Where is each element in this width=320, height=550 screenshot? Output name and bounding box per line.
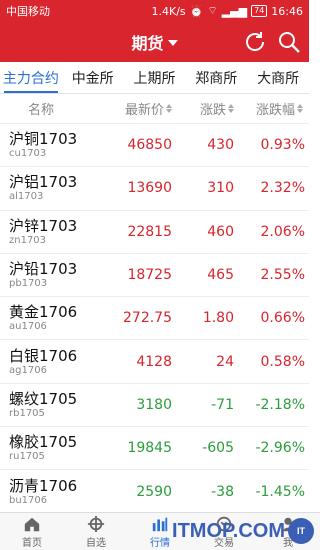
carrier-label: 中国移动 (6, 5, 50, 18)
change-percent: 2.55% (260, 267, 305, 284)
tab-dce[interactable]: 大商所 (247, 62, 309, 93)
sort-icon (297, 104, 303, 113)
contract-name: 橡胶1705 (9, 433, 78, 452)
contract-name: 沥青1706 (9, 476, 78, 495)
change-percent: 2.32% (260, 180, 305, 197)
col-price-label: 最新价 (124, 103, 164, 118)
change-percent: 0.58% (260, 353, 305, 370)
contract-code: cu1703 (9, 148, 47, 160)
clock: 16:46 (271, 4, 303, 18)
signal-icon: ▂▄▆ (221, 4, 248, 18)
column-header: 名称 最新价 涨跌 涨跌幅 (0, 94, 309, 124)
table-row[interactable]: 白银1706 ag1706 4128 24 0.58% (0, 340, 309, 384)
nav-home-label: 首页 (22, 537, 42, 549)
col-change-label: 涨跌 (199, 103, 226, 118)
table-row[interactable]: 沪锌1703 zn1703 22815 460 2.06% (0, 211, 309, 254)
last-price: 46850 (127, 137, 172, 154)
price-change: -38 (211, 483, 234, 500)
change-percent: 0.93% (260, 137, 305, 154)
contract-code: au1706 (9, 321, 47, 333)
price-change: 465 (207, 267, 234, 284)
status-bar: 中国移动 1.4K/s ⏰ ⌔ ▂▄▆ 74 16:46 (0, 0, 309, 22)
search-icon[interactable] (277, 30, 301, 54)
col-pct-label: 涨跌幅 (255, 103, 295, 118)
col-change-sort[interactable]: 涨跌 (172, 99, 234, 118)
price-change: 430 (207, 137, 234, 154)
col-name: 名称 (0, 99, 72, 118)
page-title: 期货 (131, 34, 164, 53)
change-percent: -2.96% (255, 440, 305, 457)
last-price: 18725 (127, 267, 172, 284)
app-header: 期货 (0, 22, 309, 62)
watermark-text: ITMOP.COM (172, 519, 285, 542)
title-dropdown[interactable]: 期货 (131, 30, 178, 54)
table-row[interactable]: 螺纹1705 rb1705 3180 -71 -2.18% (0, 384, 309, 428)
col-name-label: 名称 (27, 103, 54, 118)
last-price: 3180 (136, 396, 172, 413)
price-change: -71 (211, 396, 234, 413)
home-icon (24, 517, 40, 531)
table-row[interactable]: 橡胶1705 ru1705 19845 -605 -2.96% (0, 427, 309, 471)
battery-icon: 74 (251, 5, 268, 17)
price-change: -605 (202, 440, 234, 457)
watermark: ITMOP.COM IT (172, 518, 314, 544)
exchange-tabs: 主力合约 中金所 上期所 郑商所 大商所 (0, 62, 309, 94)
change-percent: 2.06% (260, 223, 305, 240)
contract-code: ru1705 (9, 451, 45, 463)
col-pct-sort[interactable]: 涨跌幅 (234, 99, 309, 118)
table-row[interactable]: 沪铝1703 al1703 13690 310 2.32% (0, 167, 309, 211)
price-change: 24 (216, 353, 234, 370)
contract-code: rb1705 (9, 407, 45, 419)
price-change: 310 (207, 180, 234, 197)
watermark-badge: IT (288, 518, 314, 544)
last-price: 22815 (127, 223, 172, 240)
change-percent: -2.18% (255, 396, 305, 413)
contract-code: ag1706 (9, 364, 47, 376)
nav-watchlist-label: 自选 (86, 537, 106, 549)
change-percent: 0.66% (260, 310, 305, 327)
contract-code: al1703 (9, 191, 44, 203)
last-price: 272.75 (123, 310, 172, 327)
col-price-sort[interactable]: 最新价 (72, 99, 172, 118)
nav-watchlist[interactable]: 自选 (64, 513, 128, 550)
last-price: 19845 (127, 440, 172, 457)
tab-shfe[interactable]: 上期所 (124, 62, 186, 93)
table-row[interactable]: 沥青1706 bu1706 2590 -38 -1.45% (0, 470, 309, 514)
table-row[interactable]: 黄金1706 au1706 272.75 1.80 0.66% (0, 297, 309, 341)
table-row[interactable]: 沪铅1703 pb1703 18725 465 2.55% (0, 254, 309, 298)
price-change: 1.80 (202, 310, 234, 327)
network-speed: 1.4K/s (151, 4, 186, 18)
table-row[interactable]: 沪铜1703 cu1703 46850 430 0.93% (0, 124, 309, 168)
price-change: 460 (207, 223, 234, 240)
contract-name: 白银1706 (9, 346, 78, 365)
contract-name: 沪铅1703 (9, 260, 78, 279)
tab-main-contracts[interactable]: 主力合约 (0, 62, 62, 93)
alarm-icon: ⏰ (189, 4, 204, 18)
contract-name: 沪铜1703 (9, 130, 78, 149)
quote-list: 沪铜1703 cu1703 46850 430 0.93% 沪铝1703 al170… (0, 124, 309, 520)
contract-code: bu1706 (9, 494, 48, 506)
last-price: 13690 (127, 180, 172, 197)
chevron-down-icon (167, 40, 178, 46)
last-price: 4128 (136, 353, 172, 370)
target-icon (87, 515, 105, 532)
contract-code: zn1703 (9, 234, 47, 246)
chart-icon (152, 517, 168, 531)
tab-cffex[interactable]: 中金所 (62, 62, 124, 93)
contract-code: pb1703 (9, 278, 48, 290)
last-price: 2590 (136, 483, 172, 500)
refresh-icon[interactable] (243, 30, 267, 54)
contract-name: 沪铝1703 (9, 173, 78, 192)
contract-name: 黄金1706 (9, 303, 78, 322)
change-percent: -1.45% (255, 483, 305, 500)
status-right: 1.4K/s ⏰ ⌔ ▂▄▆ 74 16:46 (152, 4, 303, 18)
wifi-icon: ⌔ (207, 4, 218, 17)
contract-name: 螺纹1705 (9, 389, 78, 408)
contract-name: 沪锌1703 (9, 216, 78, 235)
tab-czce[interactable]: 郑商所 (185, 62, 247, 93)
nav-quotes-label: 行情 (150, 537, 170, 549)
nav-home[interactable]: 首页 (0, 513, 64, 550)
